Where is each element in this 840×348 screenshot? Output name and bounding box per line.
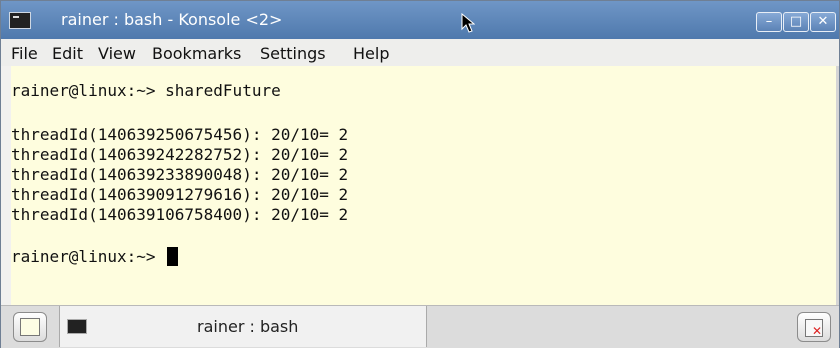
terminal-scrollbar[interactable] — [836, 66, 839, 305]
text-cursor — [167, 247, 179, 266]
terminal-prompt: rainer@linux:~> — [11, 247, 166, 266]
close-button[interactable]: ✕ — [810, 12, 836, 32]
minimize-button[interactable]: – — [756, 12, 782, 32]
menu-edit[interactable]: Edit — [52, 44, 83, 63]
terminal-line: threadId(140639250675456): 20/10= 2 — [11, 125, 349, 144]
terminal-icon — [67, 319, 87, 334]
window-title: rainer : bash - Konsole <2> — [61, 10, 283, 29]
tab-rainer-bash[interactable]: rainer : bash — [59, 306, 427, 347]
terminal-line: threadId(140639242282752): 20/10= 2 — [11, 145, 349, 164]
maximize-button[interactable]: □ — [783, 12, 809, 32]
title-bar[interactable]: rainer : bash - Konsole <2> – □ ✕ — [1, 1, 839, 39]
terminal-line: threadId(140639106758400): 20/10= 2 — [11, 205, 349, 224]
menu-settings[interactable]: Settings — [260, 44, 326, 63]
terminal-line: threadId(140639233890048): 20/10= 2 — [11, 165, 349, 184]
close-tab-button[interactable] — [797, 312, 831, 342]
terminal-line: rainer@linux:~> sharedFuture — [11, 81, 281, 100]
menu-bar: File Edit View Bookmarks Settings Help — [1, 39, 839, 66]
tab-label: rainer : bash — [197, 317, 299, 336]
new-tab-button[interactable] — [13, 312, 47, 342]
terminal-area[interactable]: rainer@linux:~> sharedFuture threadId(14… — [11, 66, 839, 305]
konsole-window: rainer : bash - Konsole <2> – □ ✕ File E… — [0, 0, 840, 348]
tab-bar: rainer : bash — [1, 305, 839, 348]
terminal-prompt-line: rainer@linux:~> — [11, 247, 179, 266]
menu-bookmarks[interactable]: Bookmarks — [152, 44, 241, 63]
terminal-app-icon[interactable] — [9, 12, 31, 29]
menu-help[interactable]: Help — [353, 44, 389, 63]
menu-view[interactable]: View — [98, 44, 136, 63]
terminal-line: threadId(140639091279616): 20/10= 2 — [11, 185, 349, 204]
menu-file[interactable]: File — [11, 44, 38, 63]
